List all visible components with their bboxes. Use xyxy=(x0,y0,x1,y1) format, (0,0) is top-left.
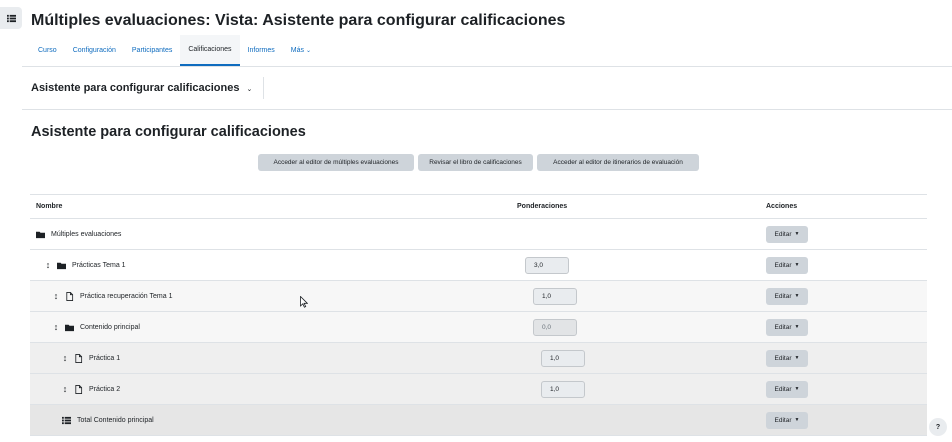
chevron-down-icon: ▼ xyxy=(794,231,800,237)
folder-icon xyxy=(65,323,74,332)
tab-mas-label: Más xyxy=(290,47,305,54)
edit-menu-button[interactable]: Editar ▼ xyxy=(766,256,808,274)
edit-menu-button[interactable]: Editar ▼ xyxy=(766,318,808,336)
edit-menu-button[interactable]: Editar ▼ xyxy=(766,380,808,398)
mouse-pointer-icon xyxy=(300,296,308,308)
chevron-down-icon: ▼ xyxy=(794,417,800,423)
table-row: ↕ Prácticas Tema 1 3,0 Editar ▼ xyxy=(30,249,927,281)
move-handle-icon[interactable]: ↕ xyxy=(62,384,68,394)
list-icon xyxy=(6,14,16,22)
folder-icon xyxy=(57,261,66,270)
report-selector-label: Asistente para configurar calificaciones xyxy=(31,82,240,94)
weight-input[interactable]: 1,0 xyxy=(541,349,585,367)
item-name: Múltiples evaluaciones xyxy=(51,230,122,238)
nav-divider xyxy=(22,66,952,67)
course-index-toggle[interactable] xyxy=(0,7,22,29)
secondary-navigation: Curso Configuración Participantes Califi… xyxy=(30,35,319,66)
column-header-actions: Acciones xyxy=(761,194,927,219)
edit-menu-button[interactable]: Editar ▼ xyxy=(766,411,808,429)
tab-participantes[interactable]: Participantes xyxy=(124,35,180,66)
item-name: Total Contenido principal xyxy=(77,416,154,424)
help-button[interactable]: ? xyxy=(929,418,947,436)
tab-mas[interactable]: Más ⌄ xyxy=(283,35,319,66)
chevron-down-icon: ▼ xyxy=(794,262,800,268)
table-row: ↕ Práctica 2 1,0 Editar ▼ xyxy=(30,373,927,405)
column-header-weights: Ponderaciones xyxy=(511,194,761,219)
table-row: ↕ Práctica recuperación Tema 1 1,0 Edita… xyxy=(30,280,927,312)
document-icon xyxy=(74,384,83,394)
page-title: Múltiples evaluaciones: Vista: Asistente… xyxy=(31,12,566,29)
chevron-down-icon: ⌄ xyxy=(306,48,312,54)
document-icon xyxy=(65,291,74,301)
edit-menu-button[interactable]: Editar ▼ xyxy=(766,349,808,367)
move-handle-icon[interactable]: ↕ xyxy=(53,291,59,301)
table-header-row: Nombre Ponderaciones Acciones xyxy=(30,194,927,219)
selector-bottom-divider xyxy=(22,109,952,110)
item-name: Contenido principal xyxy=(80,323,140,331)
item-name: Práctica 1 xyxy=(89,354,121,362)
table-row: Total Contenido principal Editar ▼ xyxy=(30,404,927,436)
weight-input[interactable]: 1,0 xyxy=(533,287,577,305)
weight-input[interactable]: 1,0 xyxy=(541,380,585,398)
table-row: ↕ Contenido principal 0,0 Editar ▼ xyxy=(30,311,927,343)
tab-configuracion[interactable]: Configuración xyxy=(65,35,124,66)
move-handle-icon[interactable]: ↕ xyxy=(53,322,59,332)
section-heading: Asistente para configurar calificaciones xyxy=(31,124,306,140)
weight-input[interactable]: 3,0 xyxy=(525,256,569,274)
chevron-down-icon: ▼ xyxy=(794,293,800,299)
review-gradebook-button[interactable]: Revisar el libro de calificaciones xyxy=(418,154,533,171)
move-handle-icon[interactable]: ↕ xyxy=(62,353,68,363)
tab-curso[interactable]: Curso xyxy=(30,35,65,66)
tab-informes[interactable]: Informes xyxy=(240,35,283,66)
item-name: Prácticas Tema 1 xyxy=(72,261,126,269)
tab-calificaciones[interactable]: Calificaciones xyxy=(180,35,240,66)
chevron-down-icon: ▼ xyxy=(794,355,800,361)
chevron-down-icon: ⌄ xyxy=(246,86,253,93)
multiples-editor-button[interactable]: Acceder al editor de múltiples evaluacio… xyxy=(258,154,414,171)
chevron-down-icon: ▼ xyxy=(794,386,800,392)
itinerary-editor-button[interactable]: Acceder al editor de itinerarios de eval… xyxy=(537,154,699,171)
document-icon xyxy=(74,353,83,363)
folder-icon xyxy=(36,230,45,239)
grades-setup-table: Nombre Ponderaciones Acciones Múltiples … xyxy=(30,194,927,436)
move-handle-icon[interactable]: ↕ xyxy=(45,260,51,270)
list-icon xyxy=(62,416,71,425)
edit-menu-button[interactable]: Editar ▼ xyxy=(766,225,808,243)
weight-input[interactable]: 0,0 xyxy=(533,318,577,336)
report-selector[interactable]: Asistente para configurar calificaciones… xyxy=(31,82,252,94)
chevron-down-icon: ▼ xyxy=(794,324,800,330)
help-icon: ? xyxy=(935,423,941,431)
table-row: ↕ Práctica 1 1,0 Editar ▼ xyxy=(30,342,927,374)
action-buttons: Acceder al editor de múltiples evaluacio… xyxy=(258,154,699,171)
edit-menu-button[interactable]: Editar ▼ xyxy=(766,287,808,305)
item-name: Práctica recuperación Tema 1 xyxy=(80,292,173,300)
item-name: Práctica 2 xyxy=(89,385,121,393)
column-header-name: Nombre xyxy=(30,194,511,219)
selector-divider xyxy=(263,77,264,99)
table-row: Múltiples evaluaciones Editar ▼ xyxy=(30,218,927,250)
